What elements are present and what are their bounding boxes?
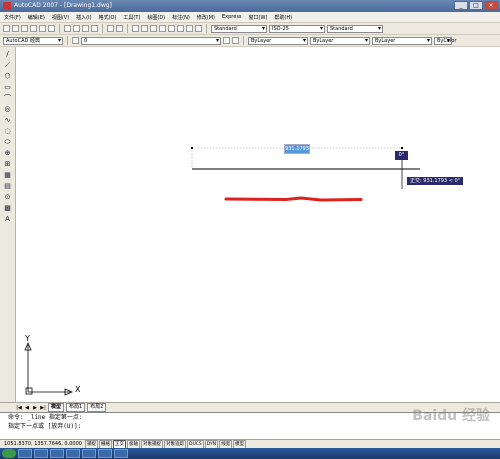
prev-tab-icon[interactable]: ◀ xyxy=(24,405,30,411)
dim-style-select[interactable]: ISO-25 xyxy=(269,24,325,33)
circle-icon[interactable]: ◎ xyxy=(3,105,12,113)
draw-toolbar: / ⟋ ⬡ ▭ ⌒ ◎ ∿ ◌ ⬭ ⊕ ⊞ ▦ ▤ ⊙ ▩ A xyxy=(0,47,16,402)
layer-select[interactable]: 0 xyxy=(81,36,221,45)
linetype-select[interactable]: ByLayer xyxy=(310,36,370,45)
drawing-canvas[interactable]: Y X 931.1793 0° 正交: 931.1793 < 0° xyxy=(16,47,500,402)
taskbar-app-icon[interactable] xyxy=(98,449,112,458)
os-taskbar xyxy=(0,448,500,459)
workspace-select[interactable]: AutoCAD 经典 xyxy=(3,36,63,45)
dimension-start-tick xyxy=(191,147,193,149)
taskbar-app-icon[interactable] xyxy=(66,449,80,458)
match-properties-icon[interactable] xyxy=(91,25,98,32)
ucs-y-label: Y xyxy=(25,334,30,343)
zoom-previous-icon[interactable] xyxy=(159,25,166,32)
standard-toolbar: Standard ISO-25 Standard xyxy=(0,23,500,35)
baidu-watermark: Baidu 经验 xyxy=(412,408,490,424)
menu-dimension[interactable]: 标注(N) xyxy=(172,14,190,21)
maximize-button[interactable]: □ xyxy=(469,1,483,10)
ucs-origin-box xyxy=(25,387,33,395)
zoom-window-icon[interactable] xyxy=(150,25,157,32)
ucs-x-label: X xyxy=(75,385,81,394)
text-style-select[interactable]: Standard xyxy=(211,24,267,33)
color-select[interactable]: ByLayer xyxy=(248,36,308,45)
undo-icon[interactable] xyxy=(107,25,114,32)
angle-input[interactable]: 0° xyxy=(395,151,408,160)
status-bar: 1051.8370, 1357.7646, 0.0000 捕捉 栅格 正交 极轴… xyxy=(0,439,500,449)
close-button[interactable]: × xyxy=(484,1,498,10)
layer-manager-icon[interactable] xyxy=(72,37,79,44)
title-bar: AutoCAD 2007 - [Drawing1.dwg] _ □ × xyxy=(0,0,500,12)
layer-previous-icon[interactable] xyxy=(232,37,239,44)
menu-help[interactable]: 帮助(H) xyxy=(274,14,292,21)
rectangle-icon[interactable]: ▭ xyxy=(3,83,12,91)
properties-icon[interactable] xyxy=(168,25,175,32)
first-tab-icon[interactable]: |◀ xyxy=(16,405,22,411)
construction-line-icon[interactable]: ⟋ xyxy=(3,61,12,69)
design-center-icon[interactable] xyxy=(177,25,184,32)
tool-palettes-icon[interactable] xyxy=(186,25,193,32)
hatch-icon[interactable]: ▦ xyxy=(3,171,12,179)
menu-view[interactable]: 视图(V) xyxy=(52,14,69,21)
taskbar-app-icon[interactable] xyxy=(18,449,32,458)
red-annotation-stroke xyxy=(224,196,363,202)
next-tab-icon[interactable]: ▶ xyxy=(32,405,38,411)
tab-layout1[interactable]: 布局1 xyxy=(66,403,86,412)
taskbar-app-icon[interactable] xyxy=(82,449,96,458)
table-style-select[interactable]: Standard xyxy=(327,24,383,33)
copy-icon[interactable] xyxy=(73,25,80,32)
make-current-layer-icon[interactable] xyxy=(223,37,230,44)
plotstyle-select[interactable]: ByColor xyxy=(434,36,456,45)
minimize-button[interactable]: _ xyxy=(454,1,468,10)
redo-icon[interactable] xyxy=(116,25,123,32)
ellipse-icon[interactable]: ⬭ xyxy=(3,138,12,146)
lineweight-select[interactable]: ByLayer xyxy=(372,36,432,45)
make-block-icon[interactable]: ⊞ xyxy=(3,160,12,168)
spline-icon[interactable]: ∿ xyxy=(3,116,12,124)
menu-bar: 文件(F) 编辑(E) 视图(V) 插入(I) 格式(O) 工具(T) 绘图(D… xyxy=(0,12,500,23)
taskbar-app-icon[interactable] xyxy=(34,449,48,458)
table-icon[interactable]: ▩ xyxy=(3,204,12,212)
tab-model[interactable]: 模型 xyxy=(48,403,65,412)
autocad-app-icon[interactable] xyxy=(3,2,11,10)
open-file-icon[interactable] xyxy=(12,25,19,32)
cut-icon[interactable] xyxy=(64,25,71,32)
menu-tools[interactable]: 工具(T) xyxy=(123,14,140,21)
coordinate-readout[interactable]: 1051.8370, 1357.7646, 0.0000 xyxy=(4,441,84,447)
arc-icon[interactable]: ⌒ xyxy=(3,94,12,102)
tab-layout2[interactable]: 布局2 xyxy=(87,403,107,412)
help-icon[interactable] xyxy=(195,25,202,32)
dimension-end-tick xyxy=(401,147,403,149)
publish-icon[interactable] xyxy=(48,25,55,32)
last-tab-icon[interactable]: ▶| xyxy=(40,405,46,411)
distance-input[interactable]: 931.1793 xyxy=(284,144,310,154)
window-title: AutoCAD 2007 - [Drawing1.dwg] xyxy=(14,2,112,9)
new-file-icon[interactable] xyxy=(3,25,10,32)
zoom-realtime-icon[interactable] xyxy=(141,25,148,32)
line-icon[interactable]: / xyxy=(3,50,12,58)
gradient-icon[interactable]: ▤ xyxy=(3,182,12,190)
paste-icon[interactable] xyxy=(82,25,89,32)
save-icon[interactable] xyxy=(21,25,28,32)
point-icon[interactable]: ⊙ xyxy=(3,193,12,201)
taskbar-app-icon[interactable] xyxy=(50,449,64,458)
polygon-icon[interactable]: ⬡ xyxy=(3,72,12,80)
menu-file[interactable]: 文件(F) xyxy=(4,14,21,21)
revision-cloud-icon[interactable]: ◌ xyxy=(3,127,12,135)
taskbar-app-icon[interactable] xyxy=(114,449,128,458)
menu-insert[interactable]: 插入(I) xyxy=(76,14,91,21)
menu-edit[interactable]: 编辑(E) xyxy=(28,14,45,21)
ortho-tooltip: 正交: 931.1793 < 0° xyxy=(407,177,464,185)
menu-draw[interactable]: 绘图(D) xyxy=(147,14,165,21)
pan-icon[interactable] xyxy=(132,25,139,32)
preview-icon[interactable] xyxy=(39,25,46,32)
layers-toolbar: AutoCAD 经典 0 ByLayer ByLayer ByLayer ByC… xyxy=(0,35,500,47)
menu-modify[interactable]: 修改(M) xyxy=(197,14,215,21)
menu-window[interactable]: 窗口(W) xyxy=(249,14,268,21)
menu-express[interactable]: Express xyxy=(222,14,242,20)
print-icon[interactable] xyxy=(30,25,37,32)
insert-block-icon[interactable]: ⊕ xyxy=(3,149,12,157)
start-button-icon[interactable] xyxy=(2,449,16,458)
multiline-text-icon[interactable]: A xyxy=(3,215,12,223)
menu-format[interactable]: 格式(O) xyxy=(99,14,117,21)
